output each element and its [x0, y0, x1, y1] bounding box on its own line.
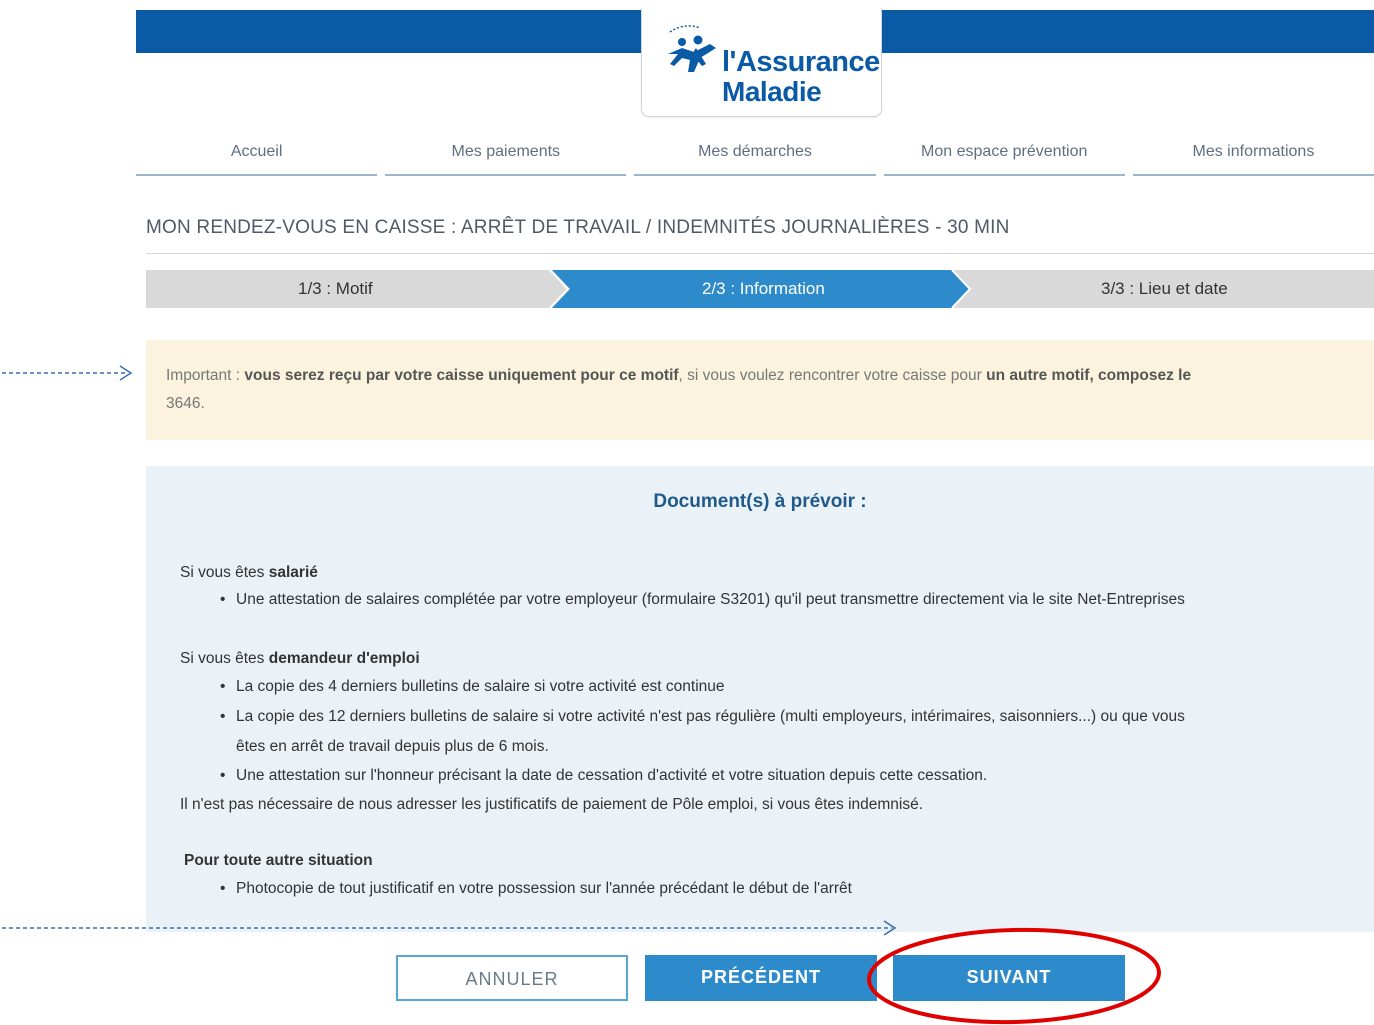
section-salarie-heading: Si vous êtes salarié — [180, 564, 318, 582]
assurance-maladie-logo-icon — [668, 25, 716, 72]
salarie-bold: salarié — [268, 564, 318, 581]
list-item: Photocopie de tout justificatif en votre… — [220, 876, 852, 902]
alert-prefix: Important : — [166, 367, 245, 384]
step-2-label: 2/3 : Information — [702, 279, 825, 298]
demandeur-note: Il n'est pas nécessaire de nous adresser… — [180, 796, 924, 813]
logo[interactable]: l'Assurance Maladie — [641, 8, 882, 117]
documents-title: Document(s) à prévoir : — [653, 491, 867, 512]
section-autre-heading: Pour toute autre situation — [184, 852, 373, 870]
demandeur-intro: Si vous êtes — [180, 650, 269, 667]
salarie-intro: Si vous êtes — [180, 564, 269, 581]
demandeur-bold: demandeur d'emploi — [268, 650, 420, 667]
title-divider — [146, 253, 1374, 254]
step-3-label: 3/3 : Lieu et date — [1101, 279, 1228, 298]
documents-panel: Document(s) à prévoir : Si vous êtes sal… — [146, 466, 1374, 932]
nav-item-accueil[interactable]: Accueil — [136, 136, 378, 176]
next-button[interactable]: SUIVANT — [893, 955, 1125, 1001]
alert-middle: , si vous voulez rencontrer votre caisse… — [678, 367, 987, 384]
stepper: 1/3 : Motif 2/3 : Information 3/3 : Lieu… — [146, 270, 1374, 308]
nav-item-mon-espace-prevention[interactable]: Mon espace prévention — [883, 136, 1125, 176]
list-item: Une attestation sur l'honneur précisant … — [220, 763, 987, 789]
logo-text-line1: l'Assurance — [722, 46, 880, 78]
list-item-continuation: êtes en arrêt de travail depuis plus de … — [236, 738, 549, 755]
section-demandeur-heading: Si vous êtes demandeur d'emploi — [180, 650, 420, 668]
annotation-arrow-head-icon — [119, 365, 133, 381]
autre-bold: Pour toute autre situation — [184, 852, 373, 869]
logo-text-line2: Maladie — [722, 76, 822, 107]
important-alert: Important : vous serez reçu par votre ca… — [146, 340, 1374, 440]
alert-bold-1: vous serez reçu par votre caisse uniquem… — [244, 367, 679, 384]
main-nav: Accueil Mes paiements Mes démarches Mon … — [136, 136, 1374, 180]
step-1-label: 1/3 : Motif — [298, 279, 373, 298]
page-title: MON RENDEZ-VOUS EN CAISSE : ARRÊT DE TRA… — [146, 217, 1010, 238]
alert-suffix: 3646. — [166, 395, 205, 412]
cancel-button[interactable]: ANNULER — [396, 955, 628, 1001]
alert-bold-2: un autre motif, composez le — [986, 367, 1192, 384]
nav-item-mes-informations[interactable]: Mes informations — [1132, 136, 1374, 176]
nav-item-mes-paiements[interactable]: Mes paiements — [385, 136, 627, 176]
list-item: Une attestation de salaires complétée pa… — [220, 587, 1185, 613]
list-item: La copie des 4 derniers bulletins de sal… — [220, 674, 725, 700]
list-item: La copie des 12 derniers bulletins de sa… — [220, 704, 1185, 730]
previous-button[interactable]: PRÉCÉDENT — [645, 955, 877, 1001]
header-bar-right — [880, 10, 1374, 53]
nav-item-mes-demarches[interactable]: Mes démarches — [634, 136, 876, 176]
header-bar-left — [136, 10, 641, 53]
